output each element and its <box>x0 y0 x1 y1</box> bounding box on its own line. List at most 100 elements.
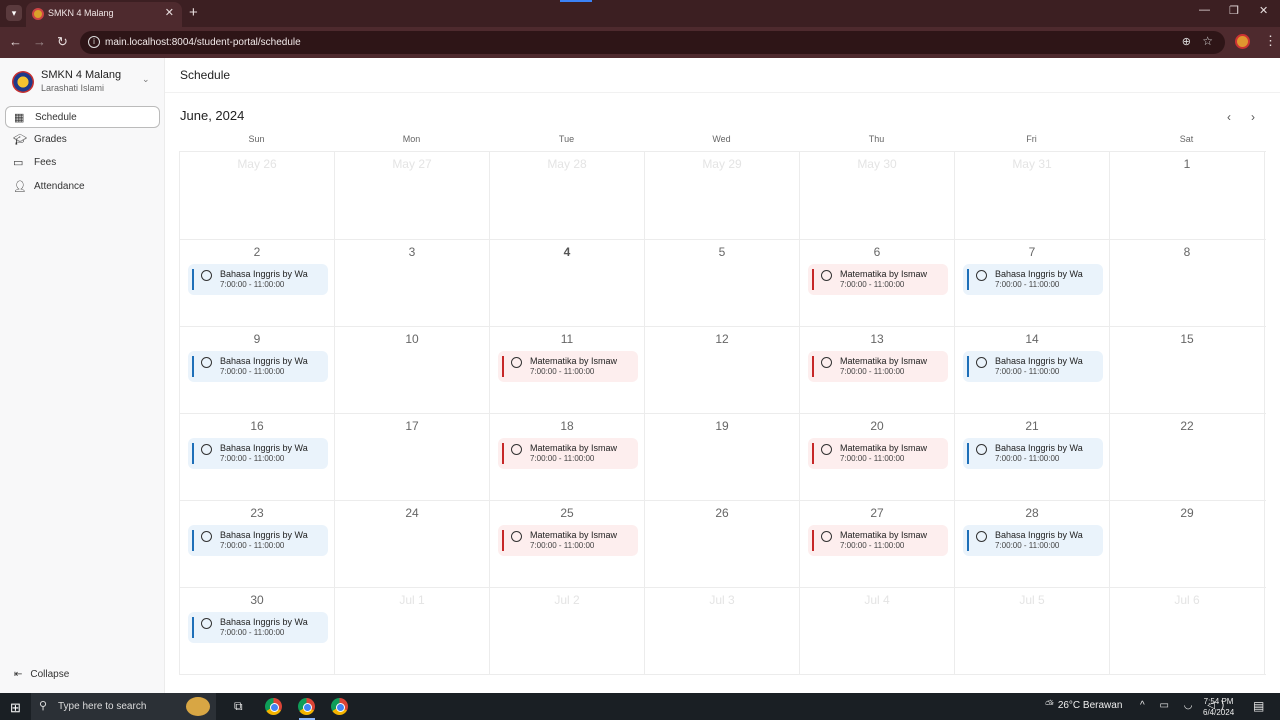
schedule-event[interactable]: Matematika by Ismaw 7:00:00 - 11:00:00 <box>808 351 948 382</box>
zoom-icon[interactable]: ⊕ <box>1182 35 1191 48</box>
calendar-day-cell[interactable]: 25 Matematika by Ismaw 7:00:00 - 11:00:00 <box>490 501 645 587</box>
calendar-day-cell[interactable]: 11 Matematika by Ismaw 7:00:00 - 11:00:00 <box>490 327 645 413</box>
calendar-day-cell[interactable]: 7 Bahasa Inggris by Wa 7:00:00 - 11:00:00 <box>955 240 1110 326</box>
tab-search-button[interactable]: ▾ <box>6 5 22 21</box>
calendar-day-cell[interactable]: 14 Bahasa Inggris by Wa 7:00:00 - 11:00:00 <box>955 327 1110 413</box>
schedule-event[interactable]: Bahasa Inggris by Wa 7:00:00 - 11:00:00 <box>963 351 1103 382</box>
calendar-day-cell[interactable]: 3 <box>335 240 490 326</box>
calendar-day-cell[interactable]: May 31 <box>955 152 1110 239</box>
calendar-day-cell[interactable]: 13 Matematika by Ismaw 7:00:00 - 11:00:00 <box>800 327 955 413</box>
calendar-day-cell[interactable]: 22 <box>1110 414 1265 500</box>
minimize-icon[interactable]: — <box>1199 4 1210 16</box>
calendar-day-cell[interactable]: 28 Bahasa Inggris by Wa 7:00:00 - 11:00:00 <box>955 501 1110 587</box>
schedule-event[interactable]: Matematika by Ismaw 7:00:00 - 11:00:00 <box>498 525 638 556</box>
calendar-day-cell[interactable]: Jul 1 <box>335 588 490 674</box>
calendar-day-cell[interactable]: 24 <box>335 501 490 587</box>
profile-avatar-icon[interactable] <box>1235 34 1250 49</box>
forward-icon[interactable]: → <box>33 34 46 49</box>
address-bar[interactable]: i main.localhost:8004/student-portal/sch… <box>80 31 1225 54</box>
calendar-day-cell[interactable]: 27 Matematika by Ismaw 7:00:00 - 11:00:00 <box>800 501 955 587</box>
new-tab-icon[interactable]: + <box>189 4 198 21</box>
calendar-day-cell[interactable]: May 30 <box>800 152 955 239</box>
schedule-event[interactable]: Bahasa Inggris by Wa 7:00:00 - 11:00:00 <box>188 264 328 295</box>
calendar-day-cell[interactable]: Jul 6 <box>1110 588 1265 674</box>
day-number: 24 <box>405 506 419 520</box>
calendar-day-cell[interactable]: 10 <box>335 327 490 413</box>
calendar-day-cell[interactable]: 2 Bahasa Inggris by Wa 7:00:00 - 11:00:00 <box>180 240 335 326</box>
school-name[interactable]: SMKN 4 Malang <box>41 69 121 81</box>
task-view-icon[interactable]: ⧉ <box>234 699 243 714</box>
calendar-day-cell[interactable]: May 29 <box>645 152 800 239</box>
url-text[interactable]: main.localhost:8004/student-portal/sched… <box>105 37 301 48</box>
taskbar-search[interactable]: ⚲ Type here to search <box>31 693 216 720</box>
chevron-down-icon[interactable]: ⌄ <box>142 74 150 85</box>
schedule-event[interactable]: Matematika by Ismaw 7:00:00 - 11:00:00 <box>808 438 948 469</box>
windows-start-icon[interactable]: ⊞ <box>10 700 21 716</box>
schedule-event[interactable]: Bahasa Inggris by Wa 7:00:00 - 11:00:00 <box>963 438 1103 469</box>
calendar-day-cell[interactable]: 9 Bahasa Inggris by Wa 7:00:00 - 11:00:00 <box>180 327 335 413</box>
calendar-week-row: 9 Bahasa Inggris by Wa 7:00:00 - 11:00:00 1… <box>180 326 1266 413</box>
sidebar-item-fees[interactable]: ▭ Fees <box>5 152 160 174</box>
schedule-event[interactable]: Bahasa Inggris by Wa 7:00:00 - 11:00:00 <box>963 525 1103 556</box>
next-month-button[interactable]: › <box>1251 110 1255 124</box>
calendar-day-cell[interactable]: 12 <box>645 327 800 413</box>
chrome-icon[interactable] <box>298 698 315 715</box>
calendar-day-cell[interactable]: 30 Bahasa Inggris by Wa 7:00:00 - 11:00:00 <box>180 588 335 674</box>
calendar-day-cell[interactable]: May 27 <box>335 152 490 239</box>
schedule-event[interactable]: Bahasa Inggris by Wa 7:00:00 - 11:00:00 <box>188 525 328 556</box>
collapse-button[interactable]: ⇤ Collapse <box>14 669 69 680</box>
event-color-bar <box>967 443 969 464</box>
site-info-icon[interactable]: i <box>88 36 100 48</box>
calendar-day-cell[interactable]: May 28 <box>490 152 645 239</box>
chrome-icon[interactable] <box>265 698 282 715</box>
schedule-event[interactable]: Bahasa Inggris by Wa 7:00:00 - 11:00:00 <box>188 612 328 643</box>
browser-tab[interactable]: SMKN 4 Malang ✕ <box>26 2 182 27</box>
calendar-day-cell[interactable]: 16 Bahasa Inggris by Wa 7:00:00 - 11:00:00 <box>180 414 335 500</box>
clock[interactable]: 7:54 PM 6/4/2024 <box>1203 696 1234 718</box>
reload-icon[interactable]: ↻ <box>57 34 68 50</box>
notification-icon[interactable]: ▤ <box>1253 699 1264 713</box>
schedule-event[interactable]: Bahasa Inggris by Wa 7:00:00 - 11:00:00 <box>188 351 328 382</box>
event-color-bar <box>812 356 814 377</box>
schedule-event[interactable]: Bahasa Inggris by Wa 7:00:00 - 11:00:00 <box>188 438 328 469</box>
browser-menu-icon[interactable]: ⋮ <box>1264 33 1277 49</box>
schedule-event[interactable]: Matematika by Ismaw 7:00:00 - 11:00:00 <box>808 264 948 295</box>
calendar-day-cell[interactable]: 19 <box>645 414 800 500</box>
weather-widget[interactable]: ⛅︎ 26°C Berawan <box>1045 699 1122 712</box>
schedule-event[interactable]: Matematika by Ismaw 7:00:00 - 11:00:00 <box>498 351 638 382</box>
event-time: 7:00:00 - 11:00:00 <box>840 280 905 289</box>
calendar-day-cell[interactable]: Jul 3 <box>645 588 800 674</box>
calendar-day-cell[interactable]: Jul 2 <box>490 588 645 674</box>
calendar-day-cell[interactable]: 18 Matematika by Ismaw 7:00:00 - 11:00:00 <box>490 414 645 500</box>
restore-icon[interactable]: ❐ <box>1229 4 1239 17</box>
close-window-icon[interactable]: ✕ <box>1259 4 1268 17</box>
calendar-day-cell[interactable]: Jul 4 <box>800 588 955 674</box>
calendar-day-cell[interactable]: 4 <box>490 240 645 326</box>
calendar-day-cell[interactable]: 17 <box>335 414 490 500</box>
calendar-day-cell[interactable]: 20 Matematika by Ismaw 7:00:00 - 11:00:00 <box>800 414 955 500</box>
prev-month-button[interactable]: ‹ <box>1227 110 1231 124</box>
calendar-day-cell[interactable]: 6 Matematika by Ismaw 7:00:00 - 11:00:00 <box>800 240 955 326</box>
calendar-day-cell[interactable]: 21 Bahasa Inggris by Wa 7:00:00 - 11:00:00 <box>955 414 1110 500</box>
sidebar-item-grades[interactable]: 🎓︎ Grades <box>5 129 160 151</box>
schedule-event[interactable]: Bahasa Inggris by Wa 7:00:00 - 11:00:00 <box>963 264 1103 295</box>
calendar-day-cell[interactable]: 15 <box>1110 327 1265 413</box>
back-icon[interactable]: ← <box>9 34 22 49</box>
calendar-day-cell[interactable]: 5 <box>645 240 800 326</box>
chrome-icon[interactable] <box>331 698 348 715</box>
sidebar-item-schedule[interactable]: ▦ Schedule <box>5 106 160 128</box>
calendar-day-cell[interactable]: 29 <box>1110 501 1265 587</box>
calendar-day-cell[interactable]: May 26 <box>180 152 335 239</box>
sidebar-item-attendance[interactable]: 👤︎ Attendance <box>5 176 160 198</box>
schedule-event[interactable]: Matematika by Ismaw 7:00:00 - 11:00:00 <box>498 438 638 469</box>
calendar-day-cell[interactable]: 26 <box>645 501 800 587</box>
calendar-day-cell[interactable]: 1 <box>1110 152 1265 239</box>
calendar-day-cell[interactable]: 8 <box>1110 240 1265 326</box>
sidebar-item-label: Grades <box>34 134 67 145</box>
calendar-day-cell[interactable]: Jul 5 <box>955 588 1110 674</box>
calendar-day-cell[interactable]: 23 Bahasa Inggris by Wa 7:00:00 - 11:00:00 <box>180 501 335 587</box>
schedule-event[interactable]: Matematika by Ismaw 7:00:00 - 11:00:00 <box>808 525 948 556</box>
close-tab-icon[interactable]: ✕ <box>165 6 174 19</box>
bookmark-star-icon[interactable]: ☆ <box>1202 34 1213 48</box>
day-number: 3 <box>408 245 416 259</box>
